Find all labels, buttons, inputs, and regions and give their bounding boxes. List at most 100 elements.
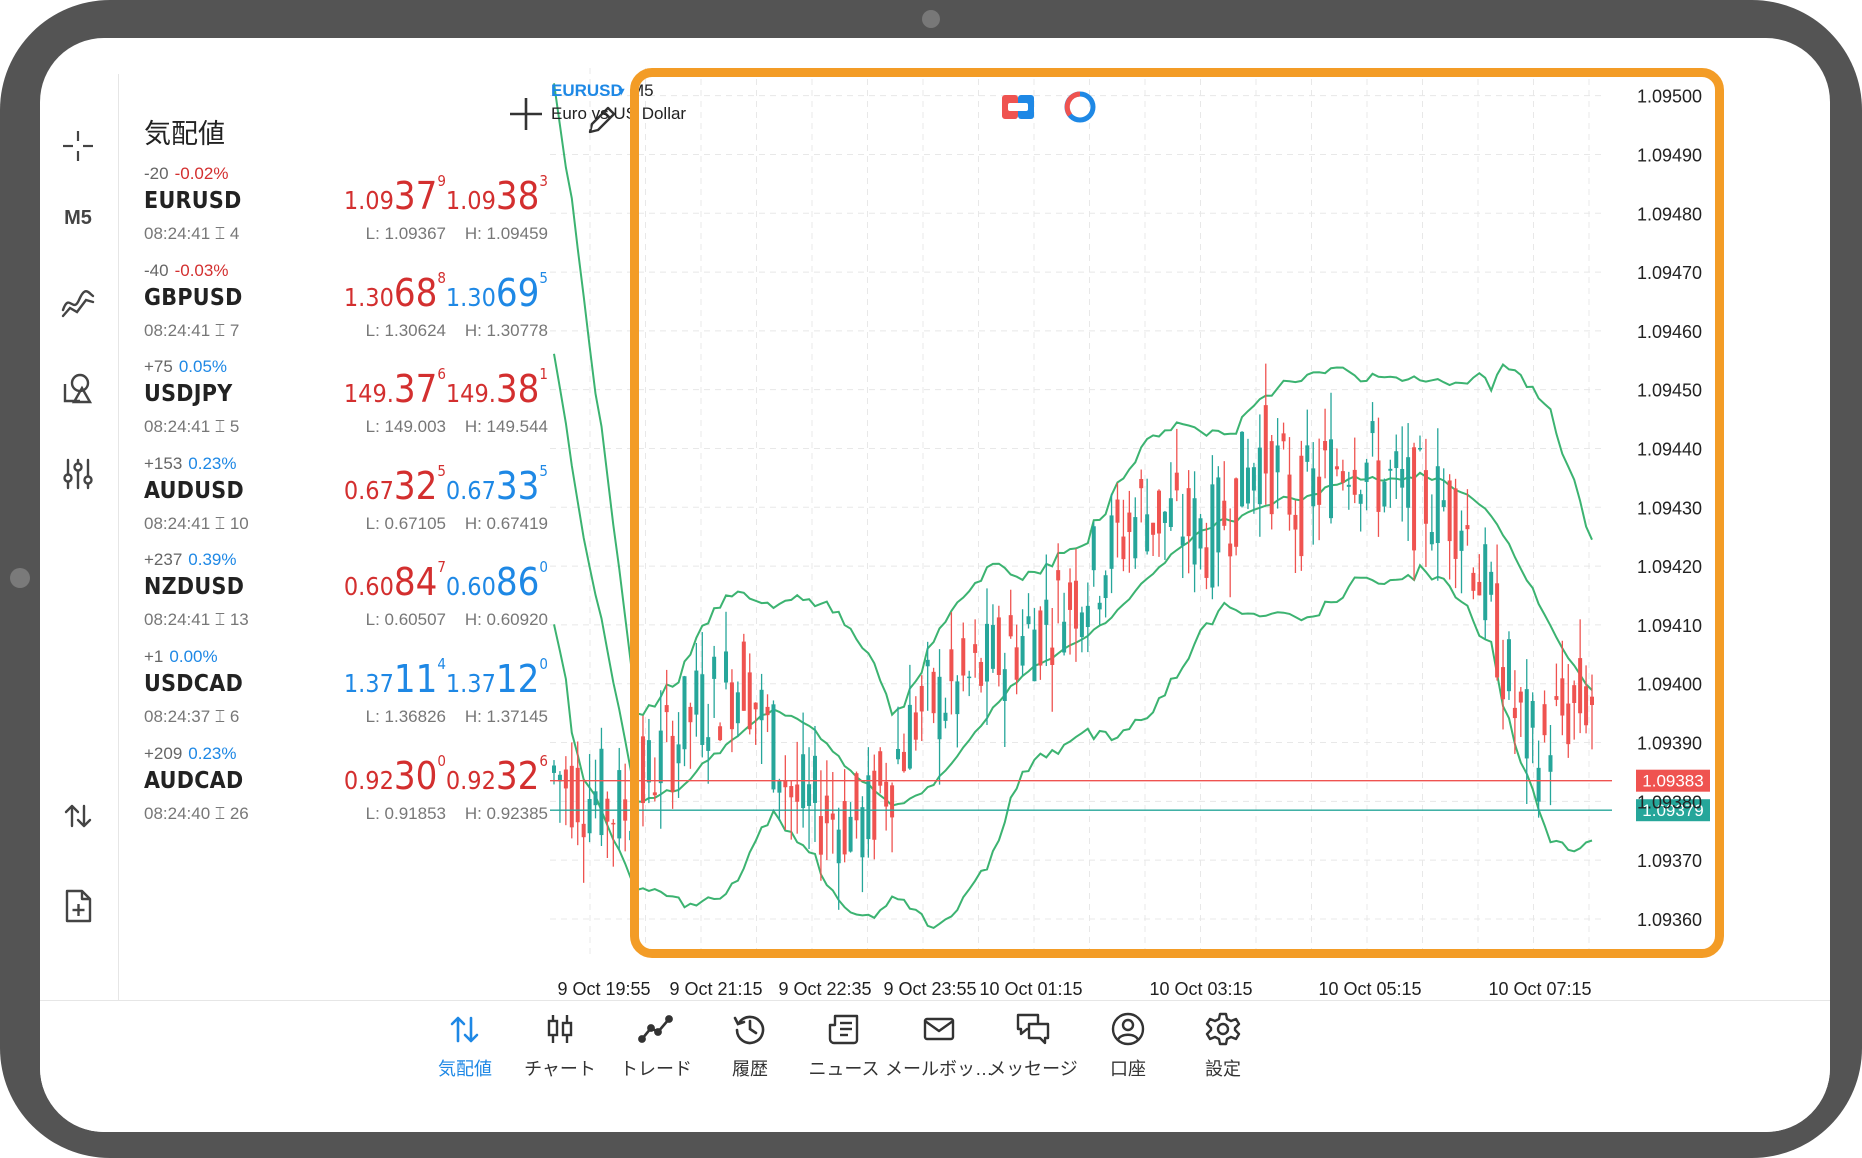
quote-change: +209 0.23% (144, 744, 237, 764)
camera-dot (922, 10, 940, 28)
change-percent: -0.03% (174, 260, 229, 280)
day-high: H: 1.37145 (464, 707, 548, 726)
quote-row-audcad[interactable]: +209 0.23% AUDCAD 08:24:40 ⌶ 26 0.92300 0.923… (144, 744, 564, 859)
nav-label: 設定 (1205, 1059, 1241, 1079)
bid-price[interactable]: 0.60847 (344, 558, 446, 604)
quote-symbol: AUDCAD (144, 767, 244, 794)
spread-icon: ⌶ (210, 803, 230, 823)
time-value: 08:24:41 (144, 610, 211, 630)
nav-label: チャート (524, 1059, 596, 1079)
day-high: H: 0.92385 (464, 803, 548, 823)
change-percent: 0.05% (178, 357, 228, 377)
ask-price[interactable]: 1.37120 (446, 655, 548, 701)
x-tick-label: 10 Oct 03:15 (1149, 979, 1252, 999)
candles-icon (505, 1011, 615, 1047)
quote-time: 08:24:40 ⌶ 26 (144, 804, 249, 824)
bid-price[interactable]: 0.92300 (344, 752, 446, 798)
app-screen: M5 気配値 1.09383 1.09379 1.09500 1.09490 1… (40, 38, 1830, 1132)
spread-value: 7 (229, 320, 240, 340)
ask-price[interactable]: 0.67335 (446, 462, 548, 508)
x-tick-label: 10 Oct 07:15 (1488, 979, 1591, 999)
candle (563, 756, 568, 826)
candle (605, 791, 610, 859)
crosshair-icon[interactable] (54, 122, 102, 170)
nav-label: 気配値 (438, 1059, 492, 1079)
time-value: 08:24:41 (144, 224, 211, 243)
day-low: L: 1.09367 (365, 224, 446, 243)
sort-arrows-icon[interactable] (54, 792, 102, 840)
time-value: 08:24:41 (144, 513, 211, 533)
news-icon (789, 1011, 899, 1047)
time-value: 08:24:41 (144, 417, 211, 437)
candle (617, 747, 622, 850)
tablet-bezel: M5 気配値 1.09383 1.09379 1.09500 1.09490 1… (0, 0, 1862, 1158)
nav-news[interactable]: ニュース (789, 1011, 899, 1081)
ask-price[interactable]: 1.09383 (446, 172, 548, 218)
spread-value: 6 (229, 707, 240, 726)
bid-price[interactable]: 0.67325 (344, 462, 446, 508)
spread-icon: ⌶ (210, 417, 230, 437)
bottom-navigation: 気配値 チャート トレード 履歴 ニュース メールボッ… メッセージ 口座 設定 (40, 1000, 1830, 1132)
quotes-title: 気配値 (144, 119, 225, 149)
ask-price[interactable]: 0.60860 (446, 558, 548, 604)
quote-symbol: EURUSD (144, 188, 242, 214)
nav-quotes[interactable]: 気配値 (410, 1011, 520, 1081)
chart-symbol[interactable]: EURUSD (551, 81, 623, 100)
spread-icon: ⌶ (210, 610, 230, 630)
time-value: 08:24:40 (144, 803, 211, 823)
change-percent: 0.39% (188, 550, 237, 570)
quote-time: 08:24:41 ⌶ 5 (144, 417, 239, 437)
change-points: +153 (144, 453, 183, 473)
nav-label: メッセージ (988, 1059, 1078, 1079)
day-low: L: 0.67105 (365, 513, 446, 533)
nav-label: ニュース (808, 1059, 880, 1079)
bid-price[interactable]: 1.09379 (344, 172, 446, 218)
spread-icon: ⌶ (210, 513, 230, 533)
chart-highlight-frame (630, 68, 1724, 958)
timeframe-button[interactable]: M5 (54, 194, 102, 242)
day-low: L: 0.60507 (365, 610, 446, 630)
quote-change: +237 0.39% (144, 550, 237, 570)
day-low: L: 149.003 (365, 417, 446, 437)
bid-price[interactable]: 1.30688 (344, 269, 446, 315)
nav-candles[interactable]: チャート (505, 1011, 615, 1081)
quote-change: +153 0.23% (144, 454, 237, 474)
change-percent: 0.23% (188, 453, 237, 473)
change-points: +209 (144, 743, 183, 763)
quote-time: 08:24:37 ⌶ 6 (144, 707, 239, 727)
quote-symbol: GBPUSD (144, 284, 243, 311)
day-high: H: 0.60920 (464, 610, 548, 630)
side-button (10, 568, 30, 588)
x-tick-label: 9 Oct 23:55 (883, 979, 976, 999)
settings-icon (1168, 1011, 1278, 1047)
settings-sliders-icon[interactable] (54, 450, 102, 498)
nav-label: 口座 (1110, 1059, 1146, 1079)
day-low: L: 1.36826 (365, 707, 446, 726)
bid-price[interactable]: 149.376 (344, 365, 446, 411)
candle (587, 754, 592, 843)
add-document-icon[interactable] (54, 882, 102, 930)
change-points: -20 (144, 164, 169, 183)
ask-price[interactable]: 149.381 (446, 365, 548, 411)
ask-price[interactable]: 0.92326 (446, 752, 548, 798)
left-toolbar: M5 (40, 38, 118, 1000)
nav-account[interactable]: 口座 (1073, 1011, 1183, 1081)
quote-time: 08:24:41 ⌶ 4 (144, 224, 239, 244)
change-percent: -0.02% (174, 164, 229, 183)
bid-price[interactable]: 1.37114 (344, 655, 446, 701)
nav-settings[interactable]: 設定 (1168, 1011, 1278, 1081)
quote-symbol: USDCAD (144, 671, 244, 697)
objects-icon[interactable] (54, 364, 102, 412)
spread-icon: ⌶ (210, 224, 230, 243)
change-points: +1 (144, 647, 164, 666)
day-low: L: 1.30624 (365, 320, 446, 340)
symbol-dropdown-icon[interactable]: ▼ (616, 86, 627, 98)
indicators-icon[interactable] (54, 278, 102, 326)
day-high: H: 0.67419 (464, 513, 548, 533)
quote-time: 08:24:41 ⌶ 13 (144, 610, 249, 630)
nav-messages[interactable]: メッセージ (978, 1011, 1088, 1081)
x-tick-label: 10 Oct 05:15 (1318, 979, 1421, 999)
spread-value: 13 (229, 610, 249, 630)
ask-price[interactable]: 1.30695 (446, 269, 548, 315)
change-points: +75 (144, 357, 173, 377)
